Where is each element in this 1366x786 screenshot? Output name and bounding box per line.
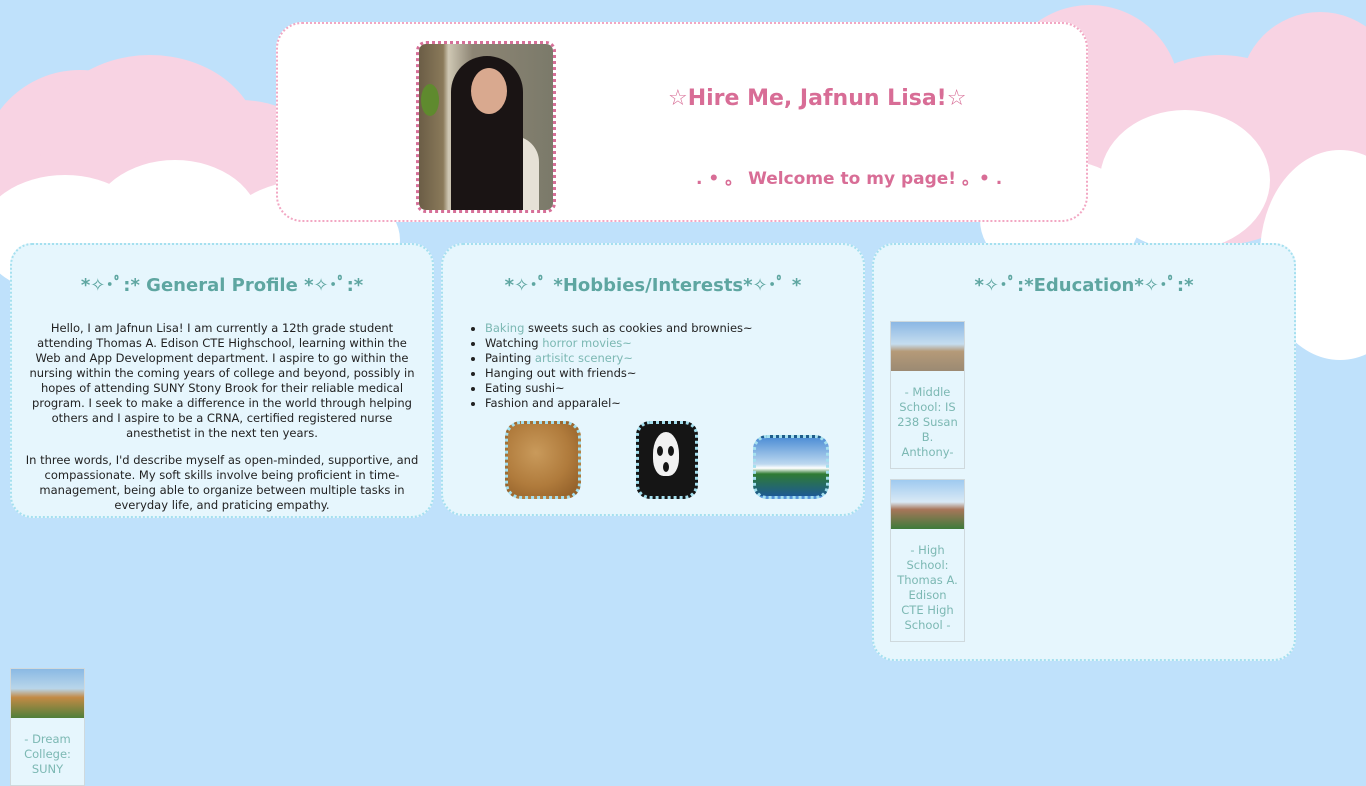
general-profile-card: *✧･ﾟ:* General Profile *✧･ﾟ:* Hello, I a… bbox=[10, 243, 434, 518]
dream-college-photo bbox=[11, 669, 84, 718]
general-profile-title: *✧･ﾟ:* General Profile *✧･ﾟ:* bbox=[80, 275, 364, 296]
middle-school-caption: - Middle School: IS 238 Susan B. Anthony… bbox=[897, 385, 958, 459]
ghost-mouth bbox=[663, 462, 669, 472]
photo-plant bbox=[421, 84, 439, 116]
hobby-item: Hanging out with friends~ bbox=[485, 366, 863, 381]
middle-school-tile[interactable]: - Middle School: IS 238 Susan B. Anthony… bbox=[890, 321, 965, 469]
hobby-text: Watching bbox=[485, 336, 543, 350]
hobby-link-horror-movies[interactable]: horror movies~ bbox=[542, 336, 632, 350]
hobby-link-baking[interactable]: Baking bbox=[485, 321, 524, 335]
high-school-caption: - High School: Thomas A. Edison CTE High… bbox=[897, 543, 958, 632]
hobbies-list: Baking sweets such as cookies and browni… bbox=[443, 321, 863, 411]
profile-paragraph: Hello, I am Jafnun Lisa! I am currently … bbox=[29, 321, 415, 440]
general-profile-text: Hello, I am Jafnun Lisa! I am currently … bbox=[24, 321, 420, 513]
ghostface-image bbox=[636, 421, 698, 499]
landscape-painting-image bbox=[753, 435, 829, 499]
hobby-text: Hanging out with friends~ bbox=[485, 366, 637, 380]
photo-face bbox=[471, 68, 507, 114]
education-card: *✧･ﾟ:*Education*✧･ﾟ:* - Middle School: I… bbox=[872, 243, 1296, 661]
middle-school-photo bbox=[891, 322, 964, 371]
hobby-text: Painting bbox=[485, 351, 535, 365]
profile-paragraph: In three words, I'd describe myself as o… bbox=[25, 453, 419, 512]
hobby-item: Eating sushi~ bbox=[485, 381, 863, 396]
hobby-text: Fashion and apparalel~ bbox=[485, 396, 621, 410]
header-card: ☆Hire Me, Jafnun Lisa!☆ . • 。 Welcome to… bbox=[276, 22, 1088, 222]
dream-college-tile[interactable]: - Dream College: SUNY bbox=[10, 668, 85, 786]
dream-college-caption: - Dream College: SUNY bbox=[24, 732, 71, 776]
hobbies-card: *✧･ﾟ *Hobbies/Interests*✧･ﾟ * Baking swe… bbox=[441, 243, 865, 516]
hobby-item: Painting artisitc scenery~ bbox=[485, 351, 863, 366]
profile-photo bbox=[416, 41, 556, 213]
hobbies-title: *✧･ﾟ *Hobbies/Interests*✧･ﾟ * bbox=[504, 275, 802, 296]
hobby-text: sweets such as cookies and brownies~ bbox=[524, 321, 753, 335]
page-subtitle: . • 。 Welcome to my page! 。• . bbox=[696, 169, 1003, 189]
page-title: ☆Hire Me, Jafnun Lisa!☆ bbox=[668, 86, 967, 111]
high-school-photo bbox=[891, 480, 964, 529]
hobby-item: Baking sweets such as cookies and browni… bbox=[485, 321, 863, 336]
high-school-tile[interactable]: - High School: Thomas A. Edison CTE High… bbox=[890, 479, 965, 642]
ghost-eye bbox=[668, 446, 674, 456]
ghost-face-mask bbox=[653, 432, 679, 476]
cookies-image bbox=[505, 421, 581, 499]
hobby-item: Watching horror movies~ bbox=[485, 336, 863, 351]
ghost-eye bbox=[657, 446, 663, 456]
hobby-text: Eating sushi~ bbox=[485, 381, 565, 395]
education-title: *✧･ﾟ:*Education*✧･ﾟ:* bbox=[974, 275, 1194, 296]
hobby-item: Fashion and apparalel~ bbox=[485, 396, 863, 411]
hobby-link-scenery[interactable]: artisitc scenery~ bbox=[535, 351, 633, 365]
